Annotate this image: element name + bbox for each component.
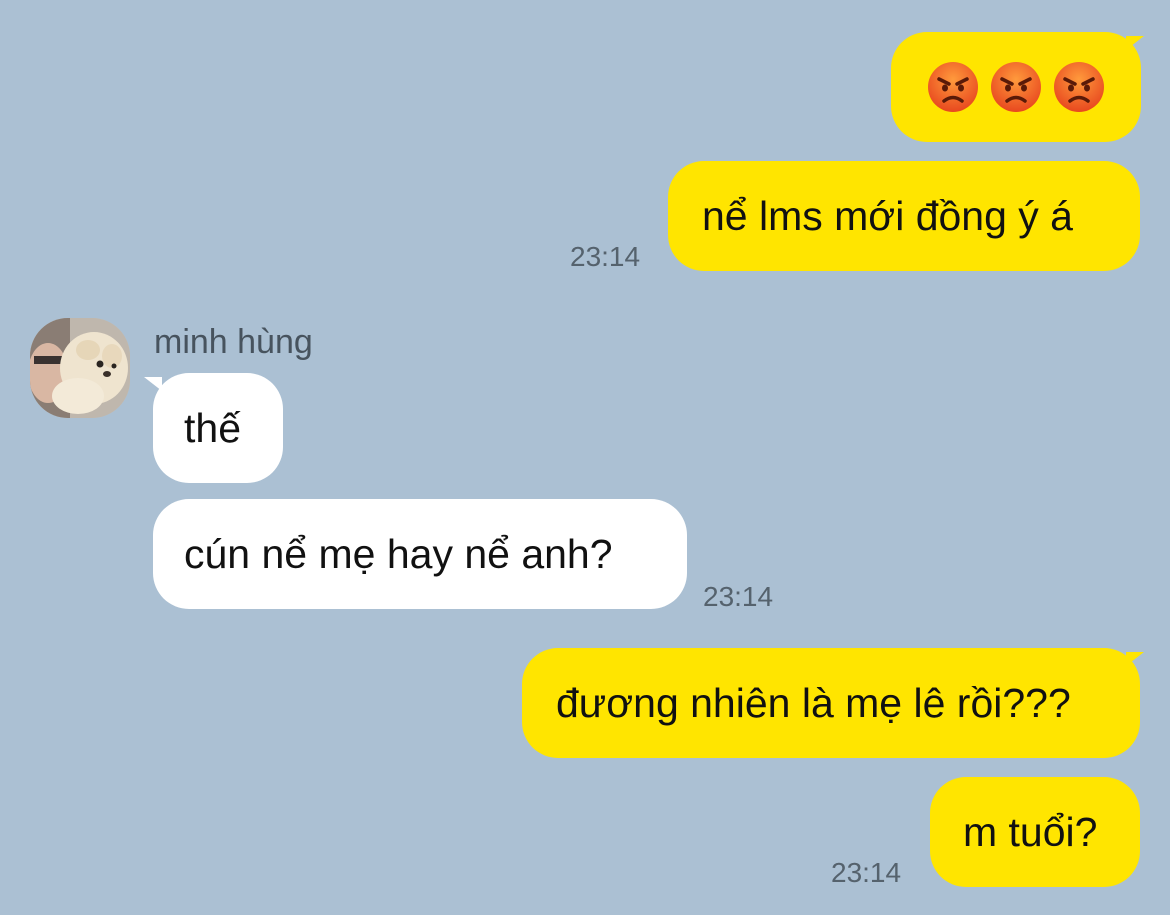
angry-face-emoji-icon <box>1054 62 1104 112</box>
sender-name: minh hùng <box>154 323 313 361</box>
message-timestamp: 23:14 <box>570 241 641 272</box>
message-timestamp: 23:14 <box>831 857 902 888</box>
avatar-image <box>30 318 130 418</box>
angry-face-emoji-icon <box>928 62 978 112</box>
message-bubble-outgoing[interactable]: nể lms mới đồng ý á <box>668 161 1140 271</box>
message-bubble-outgoing[interactable]: m tuổi? <box>930 777 1140 887</box>
bubble-tail <box>1126 652 1144 666</box>
message-text: thế <box>184 404 241 451</box>
angry-face-emoji-icon <box>991 62 1041 112</box>
message-bubble-outgoing[interactable]: đương nhiên là mẹ lê rồi??? <box>522 648 1140 758</box>
message-text: đương nhiên là mẹ lê rồi??? <box>556 679 1071 726</box>
message-bubble-outgoing[interactable] <box>891 32 1141 142</box>
message-text: cún nể mẹ hay nể anh? <box>184 530 613 577</box>
message-timestamp: 23:14 <box>703 581 774 612</box>
message-bubble-incoming[interactable]: thế <box>153 373 283 483</box>
message-text: m tuổi? <box>963 808 1098 855</box>
bubble-tail <box>1126 36 1144 50</box>
message-bubble-incoming[interactable]: cún nể mẹ hay nể anh? <box>153 499 687 609</box>
contact-avatar[interactable] <box>30 318 130 418</box>
message-text: nể lms mới đồng ý á <box>702 192 1073 239</box>
